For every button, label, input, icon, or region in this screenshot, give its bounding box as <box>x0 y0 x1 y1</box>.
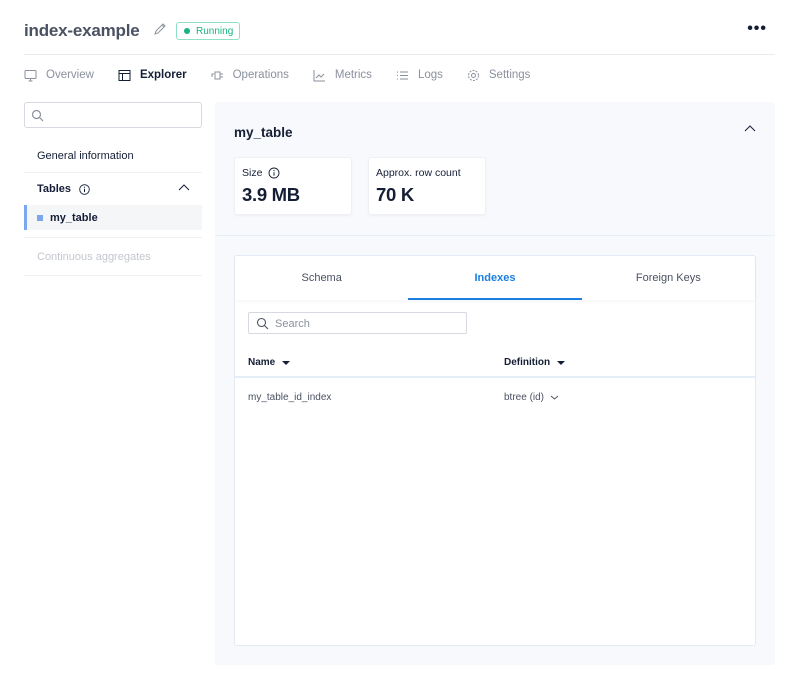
stat-value: 3.9 MB <box>242 184 300 205</box>
tab-logs[interactable]: Logs <box>396 62 443 88</box>
stat-value: 70 K <box>376 184 414 205</box>
sidebar-table-item[interactable]: my_table <box>24 205 202 230</box>
plug-icon <box>211 71 223 79</box>
status-badge: Running <box>176 22 241 40</box>
info-icon <box>79 183 90 195</box>
service-title: index-example <box>24 21 140 40</box>
column-header-name[interactable]: Name <box>248 357 291 368</box>
tab-foreign-keys[interactable]: Foreign Keys <box>582 256 755 300</box>
tab-label: Explorer <box>139 69 187 81</box>
tab-operations[interactable]: Operations <box>211 62 289 88</box>
stat-card-row-count: Approx. row count 70 K <box>368 157 486 215</box>
tab-label: Operations <box>232 69 289 81</box>
sidebar-item-general-information[interactable]: General information <box>24 140 202 173</box>
table-title: my_table <box>234 125 293 140</box>
index-search <box>248 312 467 334</box>
index-search-input[interactable] <box>275 315 460 332</box>
table-summary: my_table Size 3.9 MB Approx. row count 7… <box>215 102 775 236</box>
table-row: my_table_id_index btree (id) <box>235 380 755 416</box>
chart-icon <box>313 69 325 81</box>
chevron-up-icon[interactable] <box>744 124 756 134</box>
sidebar-search-input[interactable] <box>49 106 197 124</box>
list-icon <box>396 71 408 79</box>
sidebar-section-tables[interactable]: Tables <box>24 173 202 205</box>
status-label: Running <box>196 25 234 37</box>
tab-indexes[interactable]: Indexes <box>408 256 582 300</box>
service-nav: Overview Explorer Operations Metrics Log… <box>24 62 554 88</box>
tab-explorer[interactable]: Explorer <box>118 62 187 88</box>
sidebar-search <box>24 102 202 128</box>
search-icon <box>31 109 44 122</box>
detail-tabs: Schema Indexes Foreign Keys <box>235 256 755 300</box>
tab-schema[interactable]: Schema <box>235 256 408 300</box>
chevron-down-icon[interactable] <box>550 394 559 401</box>
monitor-icon <box>24 69 37 81</box>
more-options-button[interactable]: ••• <box>747 20 767 38</box>
chevron-up-icon[interactable] <box>178 183 190 193</box>
gear-icon <box>467 69 479 81</box>
tables-label: Tables <box>37 183 72 195</box>
indexes-panel: Schema Indexes Foreign Keys Name Definit… <box>234 255 756 646</box>
sort-caret-icon <box>282 360 291 365</box>
page-header: index-example Running ••• <box>24 0 775 55</box>
sort-caret-icon <box>557 360 566 365</box>
table-marker-icon <box>37 214 43 221</box>
search-icon <box>256 317 269 330</box>
stat-card-size: Size 3.9 MB <box>234 157 352 215</box>
status-dot-icon <box>184 28 190 34</box>
explorer-sidebar: General information Tables my_table Cont… <box>24 102 202 276</box>
stat-label: Size <box>242 167 263 179</box>
tab-overview[interactable]: Overview <box>24 62 94 88</box>
index-name-cell: my_table_id_index <box>248 392 332 403</box>
tab-label: Settings <box>488 69 531 81</box>
tab-settings[interactable]: Settings <box>467 62 531 88</box>
tab-metrics[interactable]: Metrics <box>313 62 372 88</box>
sidebar-item-continuous-aggregates: Continuous aggregates <box>24 238 202 276</box>
column-header-definition[interactable]: Definition <box>504 357 566 368</box>
table-item-label: my_table <box>50 211 98 224</box>
tab-label: Metrics <box>334 69 372 81</box>
info-icon[interactable] <box>268 167 280 179</box>
stat-label: Approx. row count <box>376 167 461 179</box>
layout-icon <box>118 69 131 81</box>
tab-label: Overview <box>46 69 94 81</box>
table-detail-panel: my_table Size 3.9 MB Approx. row count 7… <box>215 102 775 665</box>
pencil-icon[interactable] <box>153 22 167 36</box>
tab-label: Logs <box>417 69 443 81</box>
table-header: Name Definition <box>235 352 755 378</box>
index-definition-cell: btree (id) <box>504 392 559 403</box>
